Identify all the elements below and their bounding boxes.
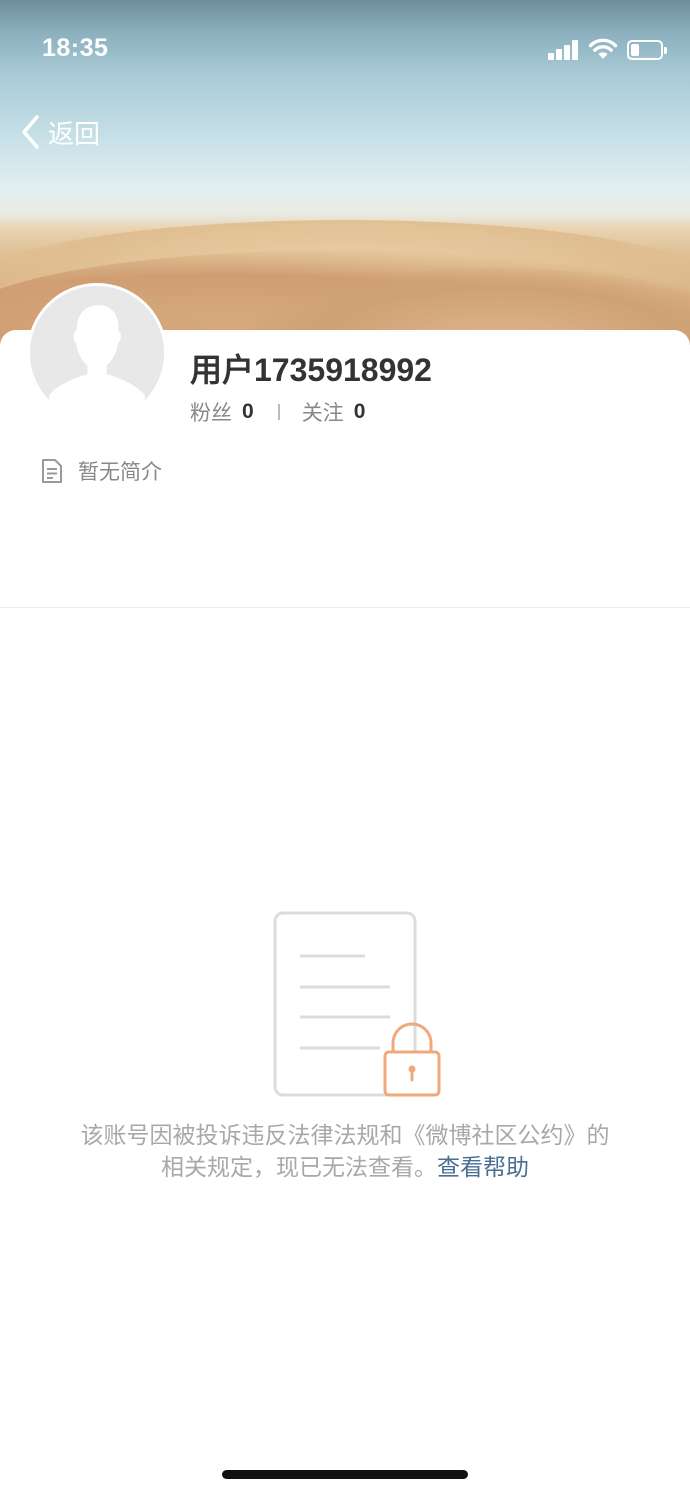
notice-message: 该账号因被投诉违反法律法规和《微博社区公约》的相关规定，现已无法查看。 xyxy=(80,1123,610,1181)
wifi-icon xyxy=(588,38,618,59)
followers-label[interactable]: 粉丝 xyxy=(190,397,232,427)
help-link[interactable]: 查看帮助 xyxy=(437,1155,529,1181)
bio: 暂无简介 xyxy=(40,456,162,486)
username: 用户1735918992 xyxy=(190,352,432,388)
profile-stats: 粉丝 0 关注 0 xyxy=(190,397,365,427)
following-label[interactable]: 关注 xyxy=(302,397,344,427)
avatar[interactable] xyxy=(27,283,167,423)
back-chevron-icon xyxy=(22,115,39,149)
following-count[interactable]: 0 xyxy=(354,400,366,424)
back-button[interactable]: 返回 xyxy=(18,112,100,152)
stats-divider xyxy=(277,404,280,420)
battery-icon xyxy=(627,40,667,60)
status-time: 18:35 xyxy=(42,34,109,62)
document-icon xyxy=(42,459,62,483)
blocked-account-notice: 该账号因被投诉违反法律法规和《微博社区公约》的相关规定，现已无法查看。查看帮助 xyxy=(75,1120,615,1184)
default-avatar-icon xyxy=(30,286,164,420)
back-label: 返回 xyxy=(48,119,101,150)
battery-fill xyxy=(631,44,639,56)
bio-text: 暂无简介 xyxy=(78,460,162,484)
followers-count[interactable]: 0 xyxy=(242,400,254,424)
signal-icon xyxy=(548,40,580,60)
home-indicator[interactable] xyxy=(222,1470,468,1479)
locked-document-icon xyxy=(273,911,441,1097)
